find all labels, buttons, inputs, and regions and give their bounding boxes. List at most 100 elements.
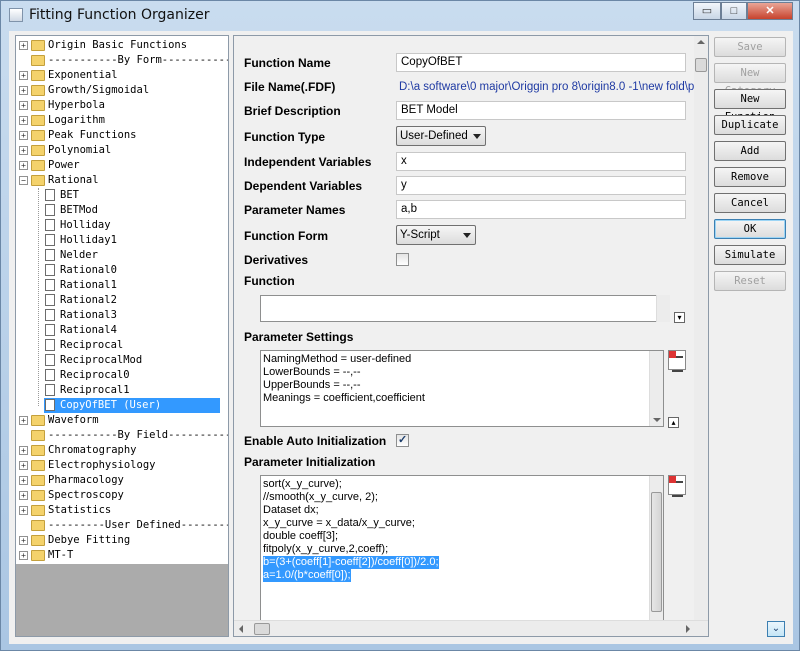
function-textarea[interactable] [260,295,670,322]
expand-icon[interactable]: + [19,416,28,425]
scroll-thumb[interactable] [651,492,662,612]
expand-icon[interactable]: + [19,71,28,80]
tree-category-item[interactable]: + Pharmacology [19,473,226,488]
expand-icon[interactable]: + [19,131,28,140]
function-scrollbar[interactable] [656,295,670,322]
duplicate-button[interactable]: Duplicate [714,115,786,135]
tree-category-item[interactable]: + MT-T [19,548,226,563]
tree-function-item[interactable]: Reciprocal1 [44,383,220,398]
panel-horizontal-scrollbar[interactable] [234,620,708,636]
tree-function-item[interactable]: Rational4 [44,323,220,338]
edit-parameter-initialization-icon[interactable] [668,475,686,497]
tree-category-item[interactable]: + Polynomial [19,143,226,158]
tree-category-item[interactable]: + Hyperbola [19,98,226,113]
tree-item-label: Reciprocal1 [60,384,130,396]
new-category-button[interactable]: New Category [714,63,786,97]
tree-function-item[interactable]: Rational1 [44,278,220,293]
close-button[interactable]: ✕ [747,2,793,20]
tree-category-item[interactable]: ---------User Defined-------- [30,518,228,533]
minimize-button[interactable]: ▭ [693,2,721,20]
simulate-button[interactable]: Simulate [714,245,786,265]
title-bar[interactable]: Fitting Function Organizer ▭ □ ✕ [1,1,800,29]
tree-category-item[interactable]: + Exponential [19,68,226,83]
collapse-chevron-icon[interactable]: ⌄ [767,621,785,637]
expand-icon[interactable]: + [19,86,28,95]
reset-button[interactable]: Reset [714,271,786,291]
dependent-variables-input[interactable]: y [396,176,686,195]
tree-category-item[interactable]: + Growth/Sigmoidal [19,83,226,98]
tree-category-item[interactable]: + Spectroscopy [19,488,226,503]
expand-icon[interactable]: + [19,476,28,485]
function-form-select[interactable]: Y-Script [396,225,476,245]
tree-function-item[interactable]: ReciprocalMod [44,353,220,368]
tree-function-item[interactable]: BETMod [44,203,220,218]
parameter-settings-scrollbar[interactable] [649,351,663,426]
save-button[interactable]: Save [714,37,786,57]
scroll-thumb[interactable] [254,623,270,635]
tree-category-item[interactable]: + Logarithm [19,113,226,128]
function-name-input[interactable]: CopyOfBET [396,53,686,72]
tree-function-item[interactable]: Rational2 [44,293,220,308]
tree-function-item[interactable]: BET [44,188,220,203]
tree-function-item[interactable]: Reciprocal0 [44,368,220,383]
tree-category-item[interactable]: + Debye Fitting [19,533,226,548]
tree-category-item[interactable]: + Peak Functions [19,128,226,143]
edit-parameter-settings-icon[interactable] [668,350,686,372]
cancel-button[interactable]: Cancel [714,193,786,213]
tree-function-item[interactable]: Holliday1 [44,233,220,248]
tree-function-item[interactable]: Rational0 [44,263,220,278]
expand-icon[interactable]: + [19,41,28,50]
document-icon [45,264,55,276]
enable-auto-init-checkbox[interactable] [396,433,409,447]
function-tree[interactable]: + Origin Basic Functions -----------By For… [15,35,229,637]
tree-function-item[interactable]: Rational3 [44,308,220,323]
function-resize-icon[interactable]: ▾ [674,312,685,323]
new-function-button[interactable]: New Function [714,89,786,123]
scroll-thumb[interactable] [695,58,707,72]
tree-category-item[interactable]: + Origin Basic Functions [19,38,226,53]
expand-icon[interactable]: + [19,446,28,455]
tree-category-item[interactable]: + Chromatography [19,443,226,458]
parameter-initialization-scrollbar[interactable] [649,476,663,620]
scroll-down-arrow-icon[interactable] [653,418,661,422]
tree-category-item[interactable]: -----------By Form----------- [30,53,228,68]
tree-function-item[interactable]: CopyOfBET (User) [44,398,220,413]
tree-category-item[interactable]: + Electrophysiology [19,458,226,473]
expand-icon[interactable]: + [19,161,28,170]
expand-icon[interactable]: + [19,101,28,110]
derivatives-checkbox[interactable] [396,253,409,266]
expand-icon[interactable]: + [19,506,28,515]
collapse-icon[interactable]: − [19,176,28,185]
function-type-select[interactable]: User-Defined [396,126,486,146]
folder-icon [31,415,45,426]
expand-icon[interactable]: + [19,491,28,500]
expand-icon[interactable]: + [19,116,28,125]
add-button[interactable]: Add [714,141,786,161]
brief-description-input[interactable]: BET Model [396,101,686,120]
tree-category-item[interactable]: − Rational [19,173,226,188]
scroll-right-arrow-icon[interactable] [686,625,690,633]
tree-category-item[interactable]: -----------By Field----------- [30,428,228,443]
expand-icon[interactable]: + [19,536,28,545]
ok-button[interactable]: OK [714,219,786,239]
tree-category-item[interactable]: + Waveform [19,413,226,428]
tree-function-item[interactable]: Reciprocal [44,338,220,353]
tree-category-item[interactable]: + Power [19,158,226,173]
tree-function-item[interactable]: Nelder [44,248,220,263]
scroll-left-arrow-icon[interactable] [239,625,243,633]
independent-variables-input[interactable]: x [396,152,686,171]
parameter-names-input[interactable]: a,b [396,200,686,219]
parameter-settings-resize-icon[interactable]: ▴ [668,417,679,428]
parameter-initialization-textarea[interactable]: sort(x_y_curve); //smooth(x_y_curve, 2);… [260,475,664,621]
remove-button[interactable]: Remove [714,167,786,187]
scroll-up-arrow-icon[interactable] [697,40,705,44]
tree-function-item[interactable]: Holliday [44,218,220,233]
parameter-settings-textarea[interactable]: NamingMethod = user-defined LowerBounds … [260,350,664,427]
tree-category-item[interactable]: + Statistics [19,503,226,518]
expand-icon[interactable]: + [19,461,28,470]
tree-item-label: Rational4 [60,324,117,336]
maximize-button[interactable]: □ [721,2,747,20]
expand-icon[interactable]: + [19,551,28,560]
panel-vertical-scrollbar[interactable] [694,36,708,622]
expand-icon[interactable]: + [19,146,28,155]
